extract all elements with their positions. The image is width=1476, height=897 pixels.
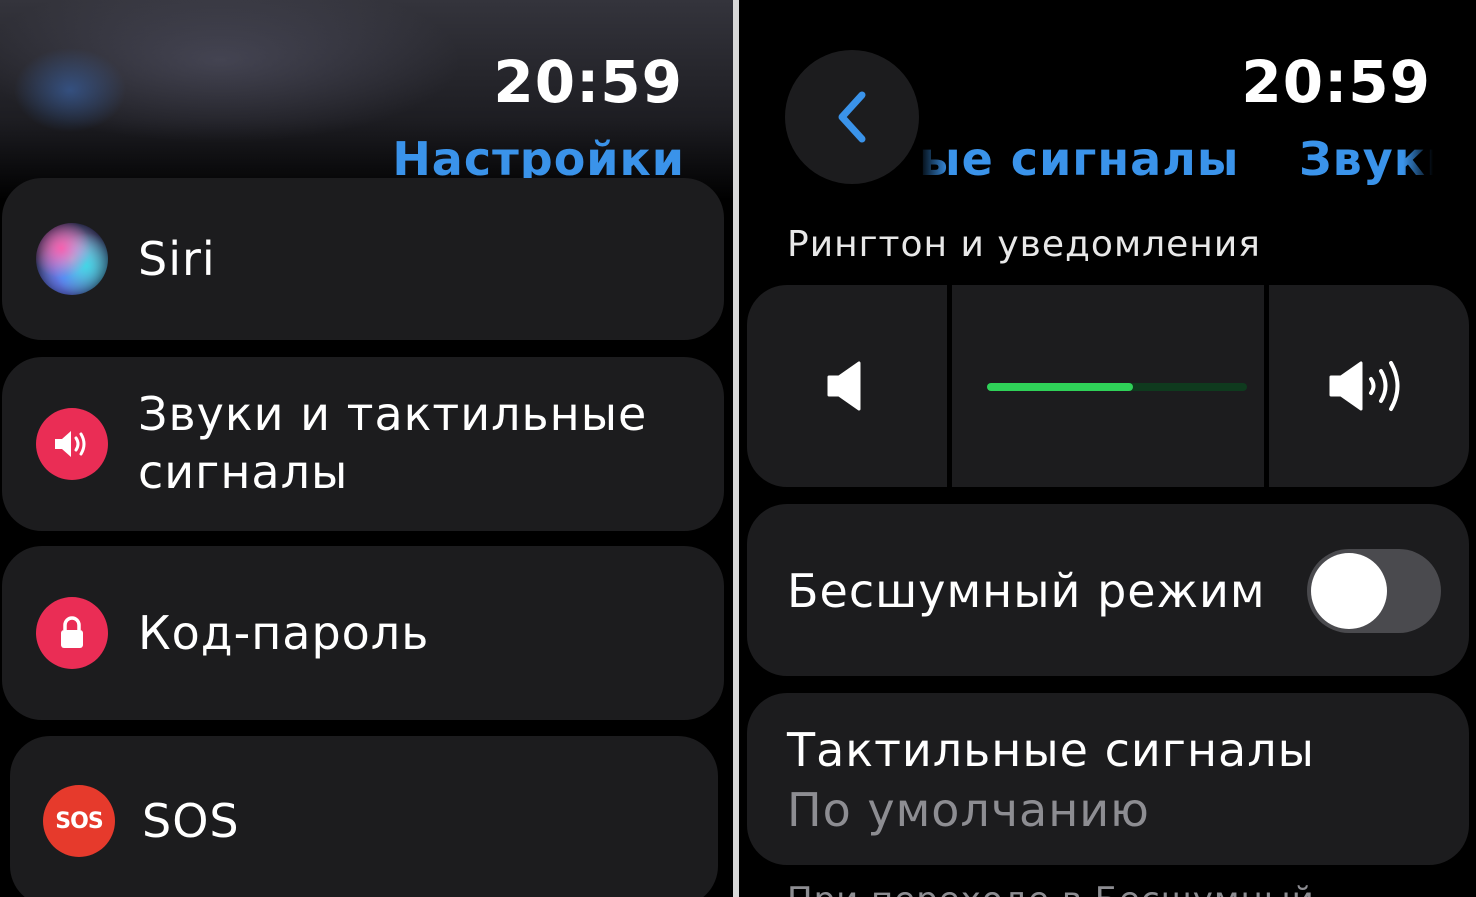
- sos-icon: SOS: [43, 785, 115, 857]
- footnote-text: При переходе в Бесшумный: [787, 880, 1315, 897]
- speaker-icon: [36, 408, 108, 480]
- volume-control: [747, 285, 1469, 487]
- volume-high-icon: [1329, 361, 1400, 411]
- toggle-knob: [1311, 553, 1387, 629]
- settings-item-label: Код-пароль: [138, 606, 430, 660]
- volume-decrease-button[interactable]: [747, 285, 947, 487]
- scrolling-title: ые сигналы Звуки: [919, 128, 1433, 198]
- label-line-2: сигналы: [138, 445, 349, 499]
- settings-item-passcode[interactable]: Код-пароль: [2, 546, 724, 720]
- volume-slider[interactable]: [987, 383, 1247, 391]
- volume-increase-button[interactable]: [1269, 285, 1469, 487]
- haptics-value: По умолчанию: [787, 783, 1150, 837]
- section-header: Рингтон и уведомления: [787, 224, 1261, 265]
- lock-icon: [36, 597, 108, 669]
- settings-item-sos[interactable]: SOS SOS: [10, 736, 718, 897]
- volume-level-fill: [987, 383, 1133, 391]
- silent-mode-toggle[interactable]: [1307, 549, 1441, 633]
- back-button[interactable]: [785, 50, 919, 184]
- settings-screen: 20:59 Настройки Siri Звуки и тактильные …: [0, 0, 733, 897]
- clock-time: 20:59: [493, 48, 683, 116]
- label-line-1: Звуки и тактильные: [138, 387, 648, 441]
- settings-item-label: Звуки и тактильные сигналы: [138, 385, 647, 501]
- silent-mode-row[interactable]: Бесшумный режим: [747, 504, 1469, 676]
- settings-item-sounds-haptics[interactable]: Звуки и тактильные сигналы: [2, 357, 724, 531]
- haptics-label: Тактильные сигналы: [787, 723, 1315, 777]
- siri-icon: [36, 223, 108, 295]
- clock-time: 20:59: [1241, 48, 1431, 116]
- chevron-left-icon: [838, 91, 866, 143]
- silent-mode-label: Бесшумный режим: [787, 564, 1266, 618]
- settings-item-label: Siri: [138, 232, 216, 286]
- title-fragment-left: ые сигналы: [919, 132, 1240, 186]
- settings-item-label: SOS: [142, 794, 240, 848]
- settings-item-siri[interactable]: Siri: [2, 178, 724, 340]
- volume-low-icon: [827, 361, 861, 411]
- haptics-row[interactable]: Тактильные сигналы По умолчанию: [747, 693, 1469, 865]
- sounds-haptics-screen: 20:59 ые сигналы Звуки Рингтон и уведомл…: [739, 0, 1476, 897]
